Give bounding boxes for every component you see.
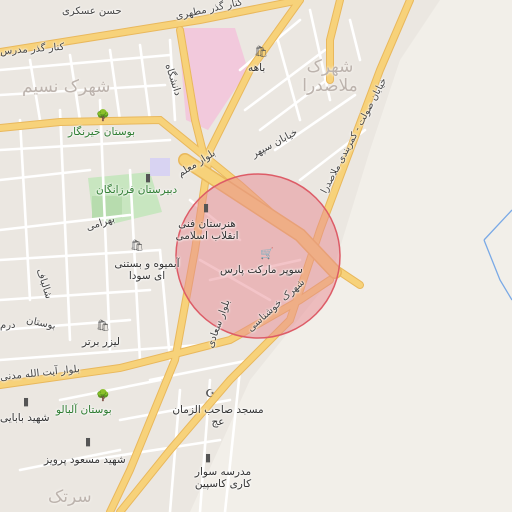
school-icon[interactable]: ▮: [20, 396, 32, 408]
poi-label-honarestan: هنرستان فنی انقلاب اسلامی: [175, 218, 239, 242]
poi-label-masjed: مسجد صاحب الزمان عج: [172, 404, 264, 428]
poi-label-supermarket-pars: سوپر مارکت پارس: [220, 264, 303, 276]
shopping-bag-icon[interactable]: 🛍: [130, 240, 144, 252]
poi-label-dabirestan-farzanegan: دبیرستان فرزانگان: [96, 184, 178, 196]
shopping-bag-icon[interactable]: 🛍: [254, 46, 268, 58]
mosque-icon[interactable]: ☪: [204, 388, 216, 400]
school-icon[interactable]: ▮: [200, 202, 212, 214]
tree-icon[interactable]: 🌳: [96, 390, 110, 402]
shopping-bag-icon[interactable]: 🛍: [96, 320, 110, 332]
school-icon[interactable]: ▮: [82, 436, 94, 448]
area-label-sartak: سرتک: [48, 487, 92, 507]
poi-label-shahid-babaei: شهید بابایی: [0, 412, 50, 424]
poi-label-bahe: باهه: [248, 62, 266, 74]
area-label-shahrak-mollasadra: شهرک ملاصدرا: [302, 57, 358, 96]
poi-label-ab-mive: آبمیوه و بستنی ای سودا: [114, 258, 180, 282]
shopping-bag-icon[interactable]: 🛒: [260, 248, 274, 260]
road-label-hasan-askari: حسن عسکری: [62, 6, 122, 17]
poi-label-bustan-albalu: بوستان آلبالو: [56, 404, 112, 416]
poi-label-shahid-masoud-parviz: شهید مسعود پرویز: [44, 454, 126, 466]
map-view[interactable]: شهرک نسیم شهرک ملاصدرا سرتک حسن عسکری کن…: [0, 0, 512, 512]
poi-label-madrese-savar: مدرسه سوار کاری کاسپین: [194, 466, 252, 490]
school-icon[interactable]: ▮: [202, 452, 214, 464]
school-icon[interactable]: ▮: [142, 172, 154, 184]
poi-label-liz-bartar: لیزر برتر: [82, 336, 121, 348]
poi-label-bustan-kheyrnegar: بوستان خیرنگار: [68, 126, 136, 138]
tree-icon[interactable]: 🌳: [96, 110, 110, 122]
road-label-dar: درم: [0, 320, 16, 331]
area-label-shahrak-nasim: شهرک نسیم: [22, 77, 111, 97]
